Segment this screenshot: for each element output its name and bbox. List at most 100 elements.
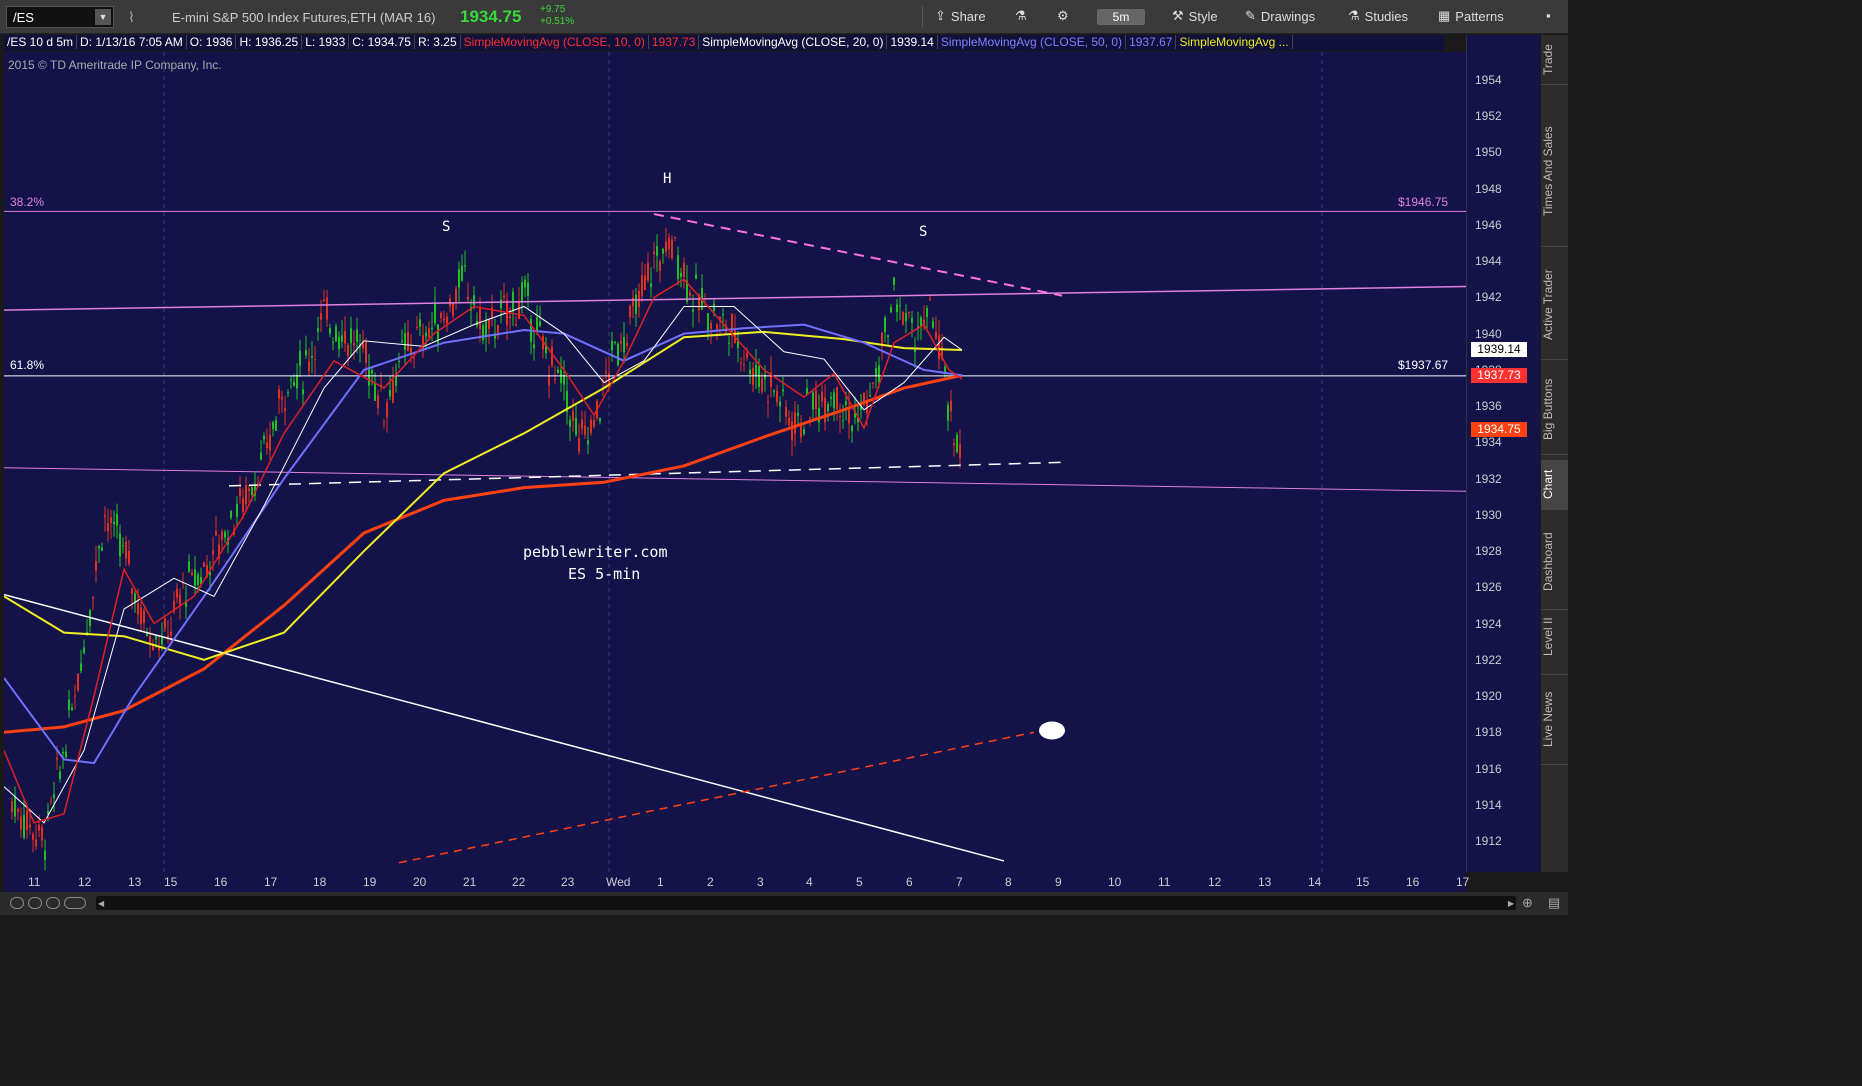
time-tick: 16 bbox=[1406, 875, 1420, 889]
link-icon[interactable]: ⌇ bbox=[128, 9, 144, 25]
candle-body bbox=[458, 269, 460, 288]
drawings-button[interactable]: ✎ Drawings bbox=[1245, 8, 1315, 24]
candle-body bbox=[386, 402, 388, 418]
zoom-in-button[interactable] bbox=[28, 897, 42, 909]
zoom-area-icon[interactable]: ⊕ bbox=[1522, 895, 1533, 911]
style-button[interactable]: ⚒ Style bbox=[1172, 8, 1218, 24]
side-tab[interactable]: Level II bbox=[1541, 600, 1568, 675]
scroll-left-icon[interactable]: ◀ bbox=[98, 899, 104, 908]
side-tab[interactable]: Times And Sales bbox=[1541, 97, 1568, 247]
copyright-text: 2015 © TD Ameritrade IP Company, Inc. bbox=[8, 58, 222, 72]
side-tab[interactable]: Chart bbox=[1541, 460, 1568, 510]
candle-body bbox=[662, 248, 664, 254]
studies-button[interactable]: ⚗ Studies bbox=[1348, 8, 1408, 24]
patterns-button[interactable]: ▦ Patterns bbox=[1438, 8, 1504, 24]
time-tick: 15 bbox=[1356, 875, 1370, 889]
zoom-reset-button[interactable] bbox=[64, 897, 86, 909]
candle-body bbox=[749, 369, 751, 375]
time-axis[interactable]: 11 12 13 15 16 17 18 19 20 21 22 23 Wed 1 2 3 4 5 6 7 8 9 10 11… bbox=[4, 872, 1469, 892]
candle-body bbox=[674, 236, 676, 239]
candle-body bbox=[893, 277, 895, 285]
candle-body bbox=[818, 408, 820, 423]
candle-body bbox=[431, 327, 433, 330]
bar-date: D: 1/13/16 7:05 AM bbox=[77, 35, 187, 49]
candle-body bbox=[536, 317, 538, 331]
candle-body bbox=[632, 297, 634, 307]
chart-canvas[interactable]: 2015 © TD Ameritrade IP Company, Inc. 38… bbox=[4, 52, 1466, 872]
time-tick: 1 bbox=[657, 875, 664, 889]
symbol-input[interactable]: /ES ▼ bbox=[6, 6, 114, 28]
side-tab[interactable]: Trade bbox=[1541, 35, 1568, 85]
right-shoulder-label: S bbox=[919, 224, 928, 240]
side-tab[interactable]: Live News bbox=[1541, 675, 1568, 765]
sma50-label[interactable]: SimpleMovingAvg (CLOSE, 50, 0) bbox=[938, 35, 1127, 49]
timeframe-selector[interactable]: 5m bbox=[1097, 9, 1145, 25]
flask-button[interactable]: ⚗ bbox=[1015, 8, 1027, 24]
candle-body bbox=[653, 251, 655, 254]
pencil-icon: ✎ bbox=[1245, 8, 1256, 23]
price-tick: 1944 bbox=[1475, 254, 1502, 269]
candle-body bbox=[842, 420, 844, 422]
share-button[interactable]: ⇪ Share bbox=[935, 8, 986, 24]
time-tick: 11 bbox=[1158, 875, 1171, 889]
side-tab[interactable]: Dashboard bbox=[1541, 515, 1568, 610]
side-tab[interactable]: Active Trader bbox=[1541, 250, 1568, 360]
price-tick: 1950 bbox=[1475, 145, 1502, 160]
candle-body bbox=[665, 241, 667, 252]
candle-body bbox=[695, 274, 697, 279]
candle-body bbox=[65, 751, 67, 758]
candle-body bbox=[440, 312, 442, 318]
head-shoulders-downsloping-line bbox=[653, 213, 1063, 297]
scroll-track[interactable]: ◀ ▶ bbox=[96, 896, 1516, 910]
candle-body bbox=[827, 404, 829, 412]
candle-body bbox=[503, 295, 505, 298]
candle-body bbox=[176, 588, 178, 598]
candle-body bbox=[473, 295, 475, 306]
candle-body bbox=[635, 294, 637, 314]
candle-body bbox=[587, 440, 589, 445]
time-tick: 19 bbox=[363, 875, 377, 889]
patterns-icon: ▦ bbox=[1438, 8, 1451, 23]
candle-body bbox=[131, 588, 133, 594]
settings-button[interactable]: ⚙ bbox=[1057, 8, 1069, 24]
candle-body bbox=[419, 319, 421, 327]
candle-body bbox=[515, 324, 517, 326]
candle-body bbox=[389, 389, 391, 397]
candle-body bbox=[203, 562, 205, 567]
sma-more-label[interactable]: SimpleMovingAvg ... bbox=[1176, 35, 1293, 49]
candle-body bbox=[554, 378, 556, 380]
scroll-right-icon[interactable]: ▶ bbox=[1508, 899, 1514, 908]
candle-body bbox=[23, 815, 25, 838]
chevron-down-icon[interactable]: ▼ bbox=[95, 9, 111, 25]
candle-body bbox=[713, 303, 715, 311]
candle-body bbox=[551, 346, 553, 366]
candle-body bbox=[680, 272, 682, 277]
candle-body bbox=[38, 824, 40, 831]
zoom-fit-button[interactable] bbox=[46, 897, 60, 909]
time-tick: 13 bbox=[128, 875, 142, 889]
zoom-out-button[interactable] bbox=[10, 897, 24, 909]
candle-body bbox=[743, 364, 745, 366]
candle-body bbox=[263, 436, 265, 440]
flask-icon: ⚗ bbox=[1348, 8, 1360, 23]
chart-scrollbar[interactable]: ◀ ▶ ⊕ ▤ bbox=[0, 892, 1568, 915]
candle-body bbox=[284, 408, 286, 412]
time-tick: 10 bbox=[1108, 875, 1122, 889]
sma10-label[interactable]: SimpleMovingAvg (CLOSE, 10, 0) bbox=[461, 35, 649, 49]
gear-icon: ⚙ bbox=[1057, 8, 1069, 23]
candle-body bbox=[323, 299, 325, 302]
candle-body bbox=[53, 794, 55, 798]
chart-options-icon[interactable]: ▤ bbox=[1548, 895, 1560, 911]
candle-body bbox=[668, 237, 670, 250]
sma20-label[interactable]: SimpleMovingAvg (CLOSE, 20, 0) bbox=[699, 35, 888, 49]
price-axis[interactable]: 1954195219501948194619441942194019381936… bbox=[1466, 35, 1540, 872]
more-button[interactable]: ▪ bbox=[1546, 8, 1551, 23]
price-chart[interactable] bbox=[4, 52, 1466, 872]
side-tab[interactable]: Big Buttons bbox=[1541, 365, 1568, 455]
time-tick: 21 bbox=[463, 875, 477, 889]
instrument-name: E-mini S&P 500 Index Futures,ETH (MAR 16… bbox=[172, 10, 436, 25]
candle-body bbox=[671, 239, 673, 258]
candle-body bbox=[764, 374, 766, 379]
candle-body bbox=[107, 523, 109, 531]
candle-body bbox=[401, 340, 403, 342]
